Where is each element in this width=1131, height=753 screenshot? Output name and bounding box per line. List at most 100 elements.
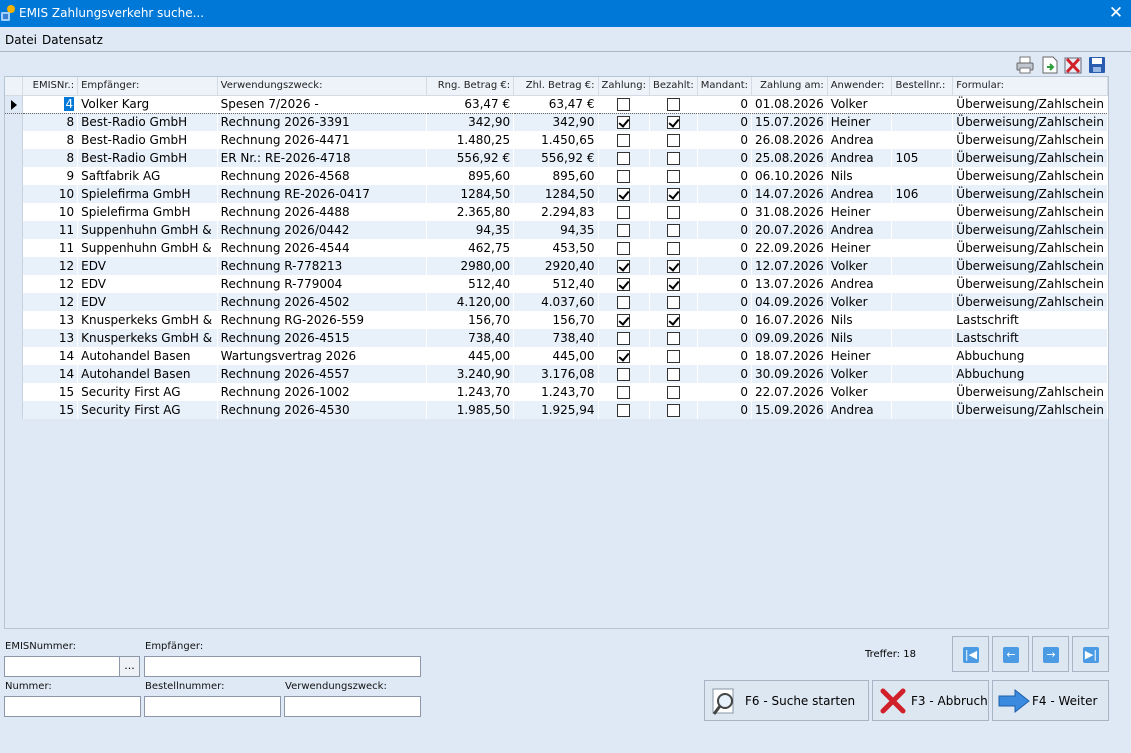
cell-bestellnr[interactable] (891, 401, 954, 419)
cell-anwender[interactable]: Volker (827, 257, 893, 275)
cell-mandant[interactable]: 0 (697, 257, 753, 275)
cell-empfaenger[interactable]: Spielefirma GmbH (77, 185, 218, 203)
cell-zhl-betrag[interactable]: 738,40 (513, 329, 599, 347)
cell-rng-betrag[interactable]: 342,90 (426, 113, 515, 131)
cell-zahlung[interactable] (598, 329, 650, 347)
cell-rng-betrag[interactable]: 2980,00 (426, 257, 515, 275)
row-selector[interactable] (5, 239, 24, 257)
cell-zhl-betrag[interactable]: 63,47 € (513, 94, 599, 114)
cell-empfaenger[interactable]: Saftfabrik AG (77, 167, 218, 185)
table-row[interactable]: 11 Suppenhuhn GmbH & Rechnung 2026-4544 462… (5, 239, 1108, 257)
cell-zhl-betrag[interactable]: 156,70 (513, 311, 599, 329)
selected-cell-value[interactable]: 4 (64, 97, 75, 111)
cell-zhl-betrag[interactable]: 895,60 (513, 167, 599, 185)
row-selector[interactable] (5, 149, 24, 167)
cell-bestellnr[interactable] (891, 257, 954, 275)
row-selector[interactable] (5, 94, 24, 114)
cell-anwender[interactable]: Nils (827, 167, 893, 185)
zahlung-checkbox[interactable] (617, 260, 631, 273)
menu-datensatz[interactable]: Datensatz (42, 33, 103, 47)
cell-zahlung-am[interactable]: 22.07.2026 (751, 383, 828, 401)
row-selector[interactable] (5, 401, 24, 419)
cell-emisnr[interactable]: 12 (22, 293, 79, 311)
cell-formular[interactable]: Überweisung/Zahlschein (952, 275, 1108, 293)
row-selector[interactable] (5, 365, 24, 383)
cell-verwendungszweck[interactable]: Rechnung 2026-4515 (217, 329, 427, 347)
cell-zahlung[interactable] (598, 275, 650, 293)
cell-bezahlt[interactable] (649, 239, 698, 257)
cell-zhl-betrag[interactable]: 94,35 (513, 221, 599, 239)
cell-bezahlt[interactable] (649, 167, 698, 185)
bezahlt-checkbox[interactable] (666, 206, 680, 219)
cell-zahlung[interactable] (598, 383, 650, 401)
cell-bezahlt[interactable] (649, 149, 698, 167)
cell-emisnr[interactable]: 10 (22, 185, 79, 203)
cell-formular[interactable]: Überweisung/Zahlschein (952, 113, 1108, 131)
cell-formular[interactable]: Abbuchung (952, 365, 1108, 383)
cell-verwendungszweck[interactable]: ER Nr.: RE-2026-4718 (217, 149, 427, 167)
cell-verwendungszweck[interactable]: Rechnung 2026-4544 (217, 239, 427, 257)
cell-rng-betrag[interactable]: 63,47 € (426, 94, 515, 114)
emis-lookup-button[interactable]: ... (119, 656, 140, 677)
cell-zhl-betrag[interactable]: 512,40 (513, 275, 599, 293)
cell-zhl-betrag[interactable]: 556,92 € (513, 149, 599, 167)
cell-emisnr[interactable]: 13 (22, 311, 79, 329)
table-row[interactable]: 13 Knusperkeks GmbH & Rechnung RG-2026-559… (5, 311, 1108, 329)
search-start-button[interactable]: F6 - Suche starten (704, 680, 869, 721)
cell-anwender[interactable]: Andrea (827, 221, 893, 239)
cell-empfaenger[interactable]: Security First AG (77, 383, 218, 401)
table-row[interactable]: 13 Knusperkeks GmbH & Rechnung 2026-4515 73… (5, 329, 1108, 347)
col-verwendungszweck[interactable]: Verwendungszweck: (217, 77, 427, 96)
cell-zahlung-am[interactable]: 31.08.2026 (751, 203, 828, 221)
cell-empfaenger[interactable]: Best-Radio GmbH (77, 113, 218, 131)
zahlung-checkbox[interactable] (617, 404, 631, 417)
bezahlt-checkbox[interactable] (666, 314, 680, 327)
cell-zahlung-am[interactable]: 15.07.2026 (751, 113, 828, 131)
cell-bezahlt[interactable] (649, 221, 698, 239)
col-formular[interactable]: Formular: (952, 77, 1108, 96)
table-row[interactable]: 10 Spielefirma GmbH Rechnung 2026-4488 2.36… (5, 203, 1108, 221)
cell-emisnr[interactable]: 15 (22, 401, 79, 419)
bezahlt-checkbox[interactable] (666, 170, 680, 183)
cell-zahlung-am[interactable]: 16.07.2026 (751, 311, 828, 329)
bezahlt-checkbox[interactable] (666, 404, 680, 417)
cell-verwendungszweck[interactable]: Rechnung 2026-1002 (217, 383, 427, 401)
cell-bezahlt[interactable] (649, 94, 698, 114)
row-selector[interactable] (5, 293, 24, 311)
cell-emisnr[interactable]: 15 (22, 383, 79, 401)
nav-first-button[interactable]: |◀ (952, 636, 989, 672)
cell-verwendungszweck[interactable]: Rechnung 2026/0442 (217, 221, 427, 239)
row-selector[interactable] (5, 203, 24, 221)
cell-zahlung-am[interactable]: 12.07.2026 (751, 257, 828, 275)
cell-zahlung[interactable] (598, 131, 650, 149)
emis-nummer-input[interactable] (4, 656, 120, 677)
cell-anwender[interactable]: Andrea (827, 131, 893, 149)
zahlung-checkbox[interactable] (617, 368, 631, 381)
cell-empfaenger[interactable]: Security First AG (77, 401, 218, 419)
cell-anwender[interactable]: Nils (827, 329, 893, 347)
cell-emisnr[interactable]: 8 (22, 131, 79, 149)
cell-formular[interactable]: Überweisung/Zahlschein (952, 149, 1108, 167)
cell-bestellnr[interactable] (891, 94, 954, 114)
zahlung-checkbox[interactable] (617, 152, 631, 165)
cell-formular[interactable]: Überweisung/Zahlschein (952, 221, 1108, 239)
cell-zahlung[interactable] (598, 185, 650, 203)
cell-empfaenger[interactable]: EDV (77, 293, 218, 311)
cell-zhl-betrag[interactable]: 1.243,70 (513, 383, 599, 401)
cell-zahlung-am[interactable]: 20.07.2026 (751, 221, 828, 239)
cell-empfaenger[interactable]: Volker Karg (77, 94, 218, 114)
cell-bezahlt[interactable] (649, 185, 698, 203)
cell-formular[interactable]: Überweisung/Zahlschein (952, 185, 1108, 203)
table-row[interactable]: 4 Volker Karg Spesen 7/2026 -63,47 €63,47 … (5, 94, 1108, 114)
cell-bestellnr[interactable] (891, 221, 954, 239)
cell-bestellnr[interactable] (891, 167, 954, 185)
cell-mandant[interactable]: 0 (697, 167, 753, 185)
cell-rng-betrag[interactable]: 2.365,80 (426, 203, 515, 221)
cell-bestellnr[interactable] (891, 239, 954, 257)
cell-bestellnr[interactable] (891, 311, 954, 329)
cell-zahlung[interactable] (598, 149, 650, 167)
cell-bestellnr[interactable] (891, 131, 954, 149)
cell-empfaenger[interactable]: Best-Radio GmbH (77, 131, 218, 149)
cell-verwendungszweck[interactable]: Rechnung 2026-4557 (217, 365, 427, 383)
cell-bestellnr[interactable]: 106 (891, 185, 954, 203)
